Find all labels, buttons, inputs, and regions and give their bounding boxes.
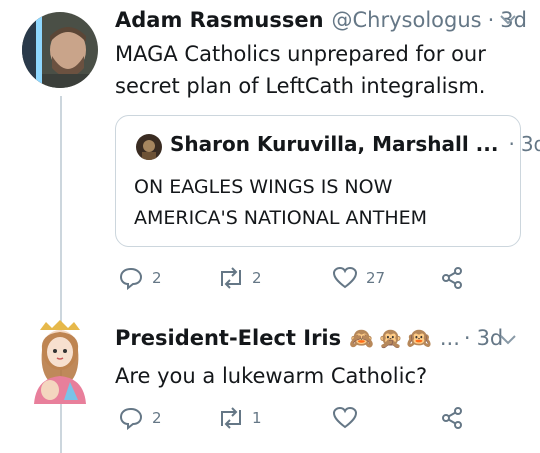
tweet-header: President-Elect Iris 🙈🙊🙉 ... · 3d [115, 326, 503, 350]
retweet-icon [216, 406, 246, 430]
author-name[interactable]: Adam Rasmussen [115, 8, 324, 32]
reply-button[interactable]: 2 [118, 266, 216, 290]
retweet-count: 1 [252, 409, 262, 427]
share-button[interactable] [440, 266, 464, 290]
heart-icon [332, 266, 358, 290]
tweet-text-line: MAGA Catholics unprepared for our [115, 42, 486, 66]
retweet-button[interactable]: 1 [216, 406, 332, 430]
avatar[interactable] [20, 320, 100, 404]
tweet-text: Are you a lukewarm Catholic? [115, 364, 428, 388]
share-icon [440, 406, 464, 430]
tweet-president-elect-iris[interactable]: President-Elect Iris 🙈🙊🙉 ... · 3d Are yo… [0, 310, 540, 453]
reply-count: 2 [152, 269, 162, 287]
chevron-down-icon[interactable] [498, 12, 518, 31]
tweet-adam-rasmussen[interactable]: Adam Rasmussen @Chrysologus · 3d MAGA Ca… [0, 0, 540, 300]
quoted-author-name: Sharon Kuruvilla, Marshall ... [170, 132, 499, 156]
separator-dot: · [463, 326, 471, 350]
like-button[interactable]: 27 [332, 266, 440, 290]
quoted-text-line: AMERICA'S NATIONAL ANTHEM [134, 207, 428, 229]
quoted-text-line: ON EAGLES WINGS IS NOW [134, 176, 393, 198]
retweet-button[interactable]: 2 [216, 266, 332, 290]
author-handle[interactable]: @Chrysologus [332, 8, 482, 32]
handle-ellipsis: ... [439, 326, 460, 350]
retweet-count: 2 [252, 269, 262, 287]
share-icon [440, 266, 464, 290]
emoji-monkeys: 🙈🙊🙉 [349, 326, 436, 350]
quoted-header: Sharon Kuruvilla, Marshall ... · 3d [170, 132, 540, 156]
reply-icon [118, 266, 144, 290]
separator-dot: · [487, 8, 495, 32]
share-button[interactable] [440, 406, 464, 430]
retweet-icon [216, 266, 246, 290]
separator-dot: · [508, 132, 515, 156]
heart-icon [332, 406, 358, 430]
like-button[interactable] [332, 406, 440, 430]
quoted-text: ON EAGLES WINGS IS NOW AMERICA'S NATIONA… [134, 172, 427, 234]
like-count: 27 [366, 269, 386, 287]
reply-count: 2 [152, 409, 162, 427]
avatar[interactable] [22, 12, 98, 88]
tweet-actions: 2 2 27 [118, 266, 464, 290]
author-name[interactable]: President-Elect Iris [115, 326, 341, 350]
tweet-header: Adam Rasmussen @Chrysologus · 3d [115, 8, 527, 32]
chevron-down-icon[interactable] [498, 332, 518, 351]
reply-button[interactable]: 2 [118, 406, 216, 430]
quoted-tweet[interactable]: Sharon Kuruvilla, Marshall ... · 3d ON E… [115, 115, 540, 247]
tweet-text: MAGA Catholics unprepared for our secret… [115, 38, 486, 102]
tweet-actions: 2 1 [118, 406, 464, 430]
quoted-timestamp: 3d [520, 132, 540, 156]
quoted-avatar [136, 134, 162, 160]
reply-icon [118, 406, 144, 430]
tweet-text-line: secret plan of LeftCath integralism. [115, 74, 486, 98]
